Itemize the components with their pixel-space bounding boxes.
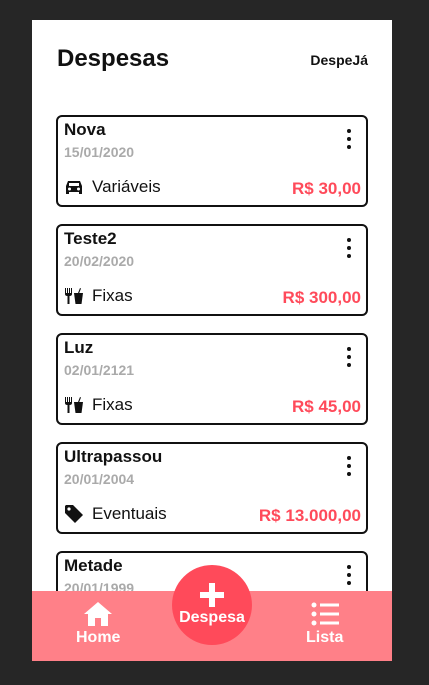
home-icon — [84, 602, 113, 626]
expense-card[interactable]: Teste2 20/02/2020 Fixas R$ 300,00 — [56, 224, 368, 316]
expense-name: Luz — [64, 338, 94, 357]
tag-icon — [64, 504, 84, 524]
more-options-icon[interactable] — [346, 129, 352, 149]
more-options-icon[interactable] — [346, 565, 352, 585]
category-label: Fixas — [92, 395, 133, 414]
nav-list-label: Lista — [306, 629, 344, 646]
expense-date: 20/01/2004 — [64, 471, 135, 487]
expense-name: Nova — [64, 120, 106, 139]
category-label: Variáveis — [92, 177, 161, 196]
utensils-icon — [64, 286, 84, 306]
list-icon — [311, 602, 339, 626]
expense-card[interactable]: Ultrapassou 20/01/2004 Eventuais R$ 13.0… — [56, 442, 368, 534]
expense-amount: R$ 13.000,00 — [258, 506, 361, 525]
expense-card[interactable]: Luz 02/01/2121 Fixas R$ 45,00 — [56, 333, 368, 425]
add-expense-button[interactable]: Despesa — [172, 565, 252, 645]
plus-icon — [200, 583, 224, 607]
expense-category: Fixas — [64, 286, 133, 306]
category-label: Eventuais — [92, 504, 167, 523]
more-options-icon[interactable] — [346, 456, 352, 476]
expense-category: Variáveis — [64, 177, 161, 197]
expense-date: 02/01/2121 — [64, 362, 135, 378]
page-title: Despesas — [57, 45, 170, 72]
expense-category: Eventuais — [64, 504, 167, 524]
more-options-icon[interactable] — [346, 347, 352, 367]
expense-name: Ultrapassou — [64, 447, 163, 466]
expense-amount: R$ 45,00 — [292, 397, 361, 416]
add-expense-label: Despesa — [179, 609, 245, 626]
expense-date: 20/02/2020 — [64, 253, 135, 269]
car-icon — [64, 177, 84, 197]
phone-screen: Despesas DespeJá Nova 15/01/2020 Variáve… — [32, 20, 392, 661]
utensils-icon — [64, 395, 84, 415]
expense-name: Teste2 — [64, 229, 117, 248]
expense-date: 15/01/2020 — [64, 144, 135, 160]
nav-list-button[interactable]: Lista — [306, 601, 343, 647]
nav-home-button[interactable]: Home — [76, 601, 120, 647]
nav-home-label: Home — [76, 629, 121, 646]
more-options-icon[interactable] — [346, 238, 352, 258]
expense-name: Metade — [64, 556, 123, 575]
brand-name: DespeJá — [310, 52, 368, 68]
expense-amount: R$ 30,00 — [292, 179, 361, 198]
expense-card[interactable]: Nova 15/01/2020 Variáveis R$ 30,00 — [56, 115, 368, 207]
expense-amount: R$ 300,00 — [282, 288, 361, 307]
expense-category: Fixas — [64, 395, 133, 415]
category-label: Fixas — [92, 286, 133, 305]
